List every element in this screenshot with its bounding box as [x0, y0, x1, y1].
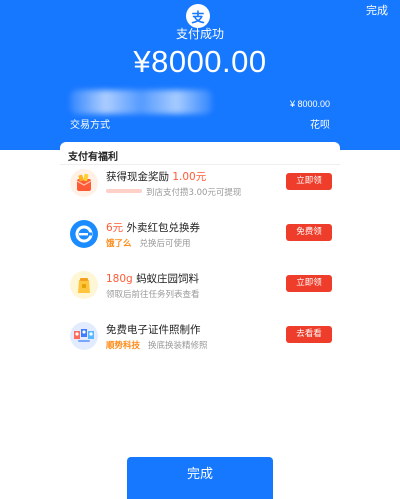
benefit-title: 免费电子证件照制作 — [106, 324, 201, 336]
card-divider — [60, 164, 340, 165]
alipay-logo-glyph: 支 — [191, 10, 205, 26]
blurred-payee-name — [70, 90, 212, 114]
payment-status-title: 支付成功 — [175, 27, 224, 41]
done-button[interactable]: 完成 — [127, 457, 273, 499]
trade-method-value: 花呗 — [310, 120, 330, 131]
progress-pill — [106, 189, 142, 193]
eleme-icon — [70, 220, 98, 248]
benefit-subtitle: 领取后前往任务列表查看 — [106, 290, 200, 300]
benefit-title: 6元 外卖红包兑换券 — [106, 222, 201, 234]
red-envelope-cash-icon — [70, 169, 98, 197]
done-link[interactable]: 完成 — [366, 2, 388, 18]
benefit-title: 180g 蚂蚁庄园饲料 — [106, 273, 200, 285]
trade-method-label: 交易方式 — [70, 120, 110, 131]
benefit-item-cash-reward[interactable]: 获得现金奖励 1.00元 到店支付攒3.00元可提现 立即领 — [60, 169, 340, 219]
benefit-subtitle: 顺势科技 换底换装精修照 — [106, 341, 208, 351]
benefit-title: 获得现金奖励 1.00元 — [106, 171, 207, 183]
claim-now-button[interactable]: 立即领 — [286, 173, 332, 190]
benefit-subtitle: 到店支付攒3.00元可提现 — [146, 188, 242, 198]
brand-eleme: 饿了么 — [106, 239, 132, 249]
payment-row-amount: ¥ 8000.00 — [289, 99, 330, 109]
claim-now-button[interactable]: 立即领 — [286, 275, 332, 292]
feed-bag-icon — [70, 271, 98, 299]
payment-amount: ¥8000.00 — [133, 44, 267, 79]
view-button[interactable]: 去看看 — [286, 326, 332, 343]
payment-header: 完成 支 支付成功 ¥8000.00 ¥ 8000.00 交易方式 花呗 — [0, 0, 400, 150]
brand-shunshi: 顺势科技 — [106, 341, 141, 351]
id-photo-icon — [70, 322, 98, 350]
benefit-subtitle: 饿了么 兑换后可使用 — [106, 239, 191, 249]
benefits-title: 支付有福利 — [68, 152, 118, 163]
free-claim-button[interactable]: 免费领 — [286, 224, 332, 241]
benefit-item-eleme-voucher[interactable]: 6元 外卖红包兑换券 饿了么 兑换后可使用 免费领 — [60, 220, 340, 270]
benefit-item-ant-farm-feed[interactable]: 180g 蚂蚁庄园饲料 领取后前往任务列表查看 立即领 — [60, 271, 340, 321]
benefits-card: 支付有福利 获得现金奖励 1.00元 到店支付攒3.00元可提现 立即领 6元 … — [60, 142, 340, 362]
benefit-item-id-photo[interactable]: 免费电子证件照制作 顺势科技 换底换装精修照 去看看 — [60, 322, 340, 372]
